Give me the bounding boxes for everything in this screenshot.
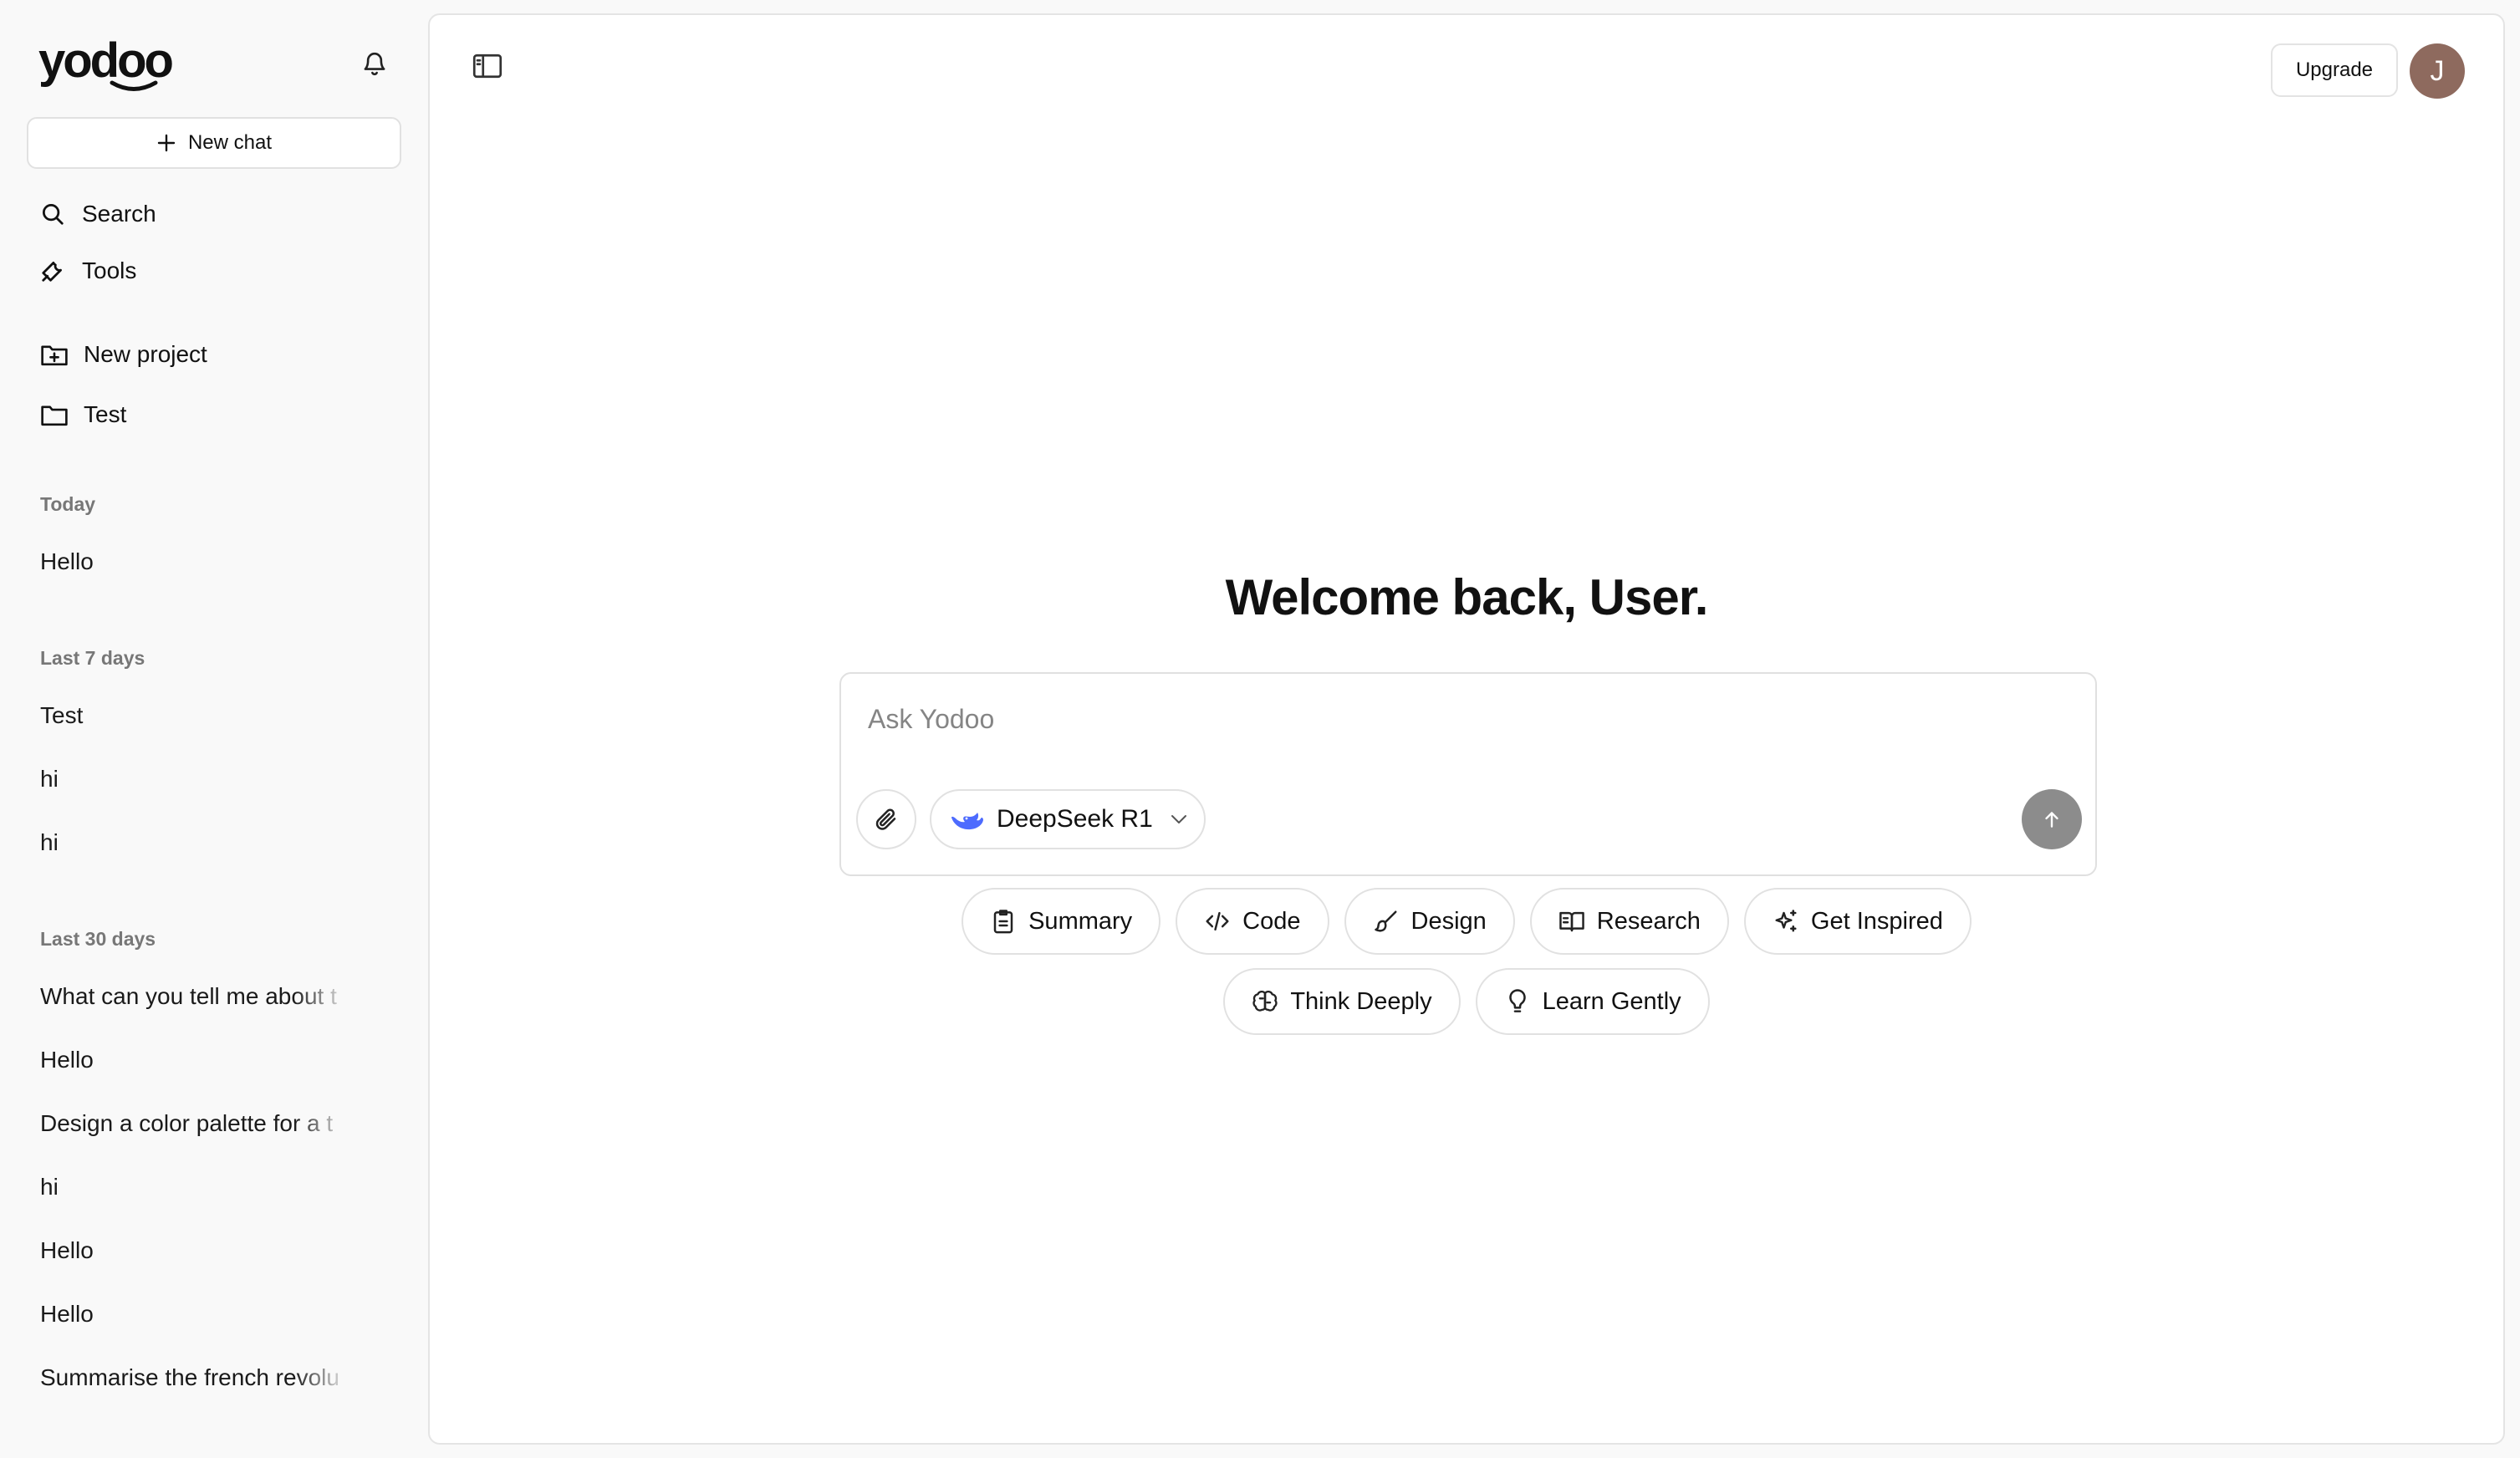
history-section-last-30-days: Last 30 days: [40, 928, 156, 950]
chip-label: Think Deeply: [1290, 987, 1432, 1015]
sidebar: yodoo New chat Search Tools New project …: [0, 0, 428, 1458]
folder-icon: [40, 400, 69, 429]
paperclip-icon: [875, 808, 896, 830]
history-item[interactable]: Hello: [40, 545, 349, 579]
avatar[interactable]: J: [2410, 43, 2465, 99]
chip-label: Research: [1596, 907, 1701, 935]
main-panel: Upgrade J Welcome back, User. DeepSeek R…: [428, 13, 2505, 1445]
code-icon: [1204, 908, 1231, 935]
sidebar-toggle-icon[interactable]: [467, 45, 508, 87]
chip-get-inspired[interactable]: Get Inspired: [1743, 888, 1972, 955]
sidebar-item-search[interactable]: Search: [38, 194, 156, 234]
lightbulb-icon: [1504, 988, 1531, 1015]
history-item[interactable]: Hello: [40, 1234, 349, 1267]
page-title: Welcome back, User.: [1225, 569, 1709, 625]
sidebar-item-new-project[interactable]: New project: [40, 334, 207, 375]
history-item[interactable]: hi: [40, 826, 349, 859]
plus-icon: [157, 134, 176, 152]
brush-icon: [1373, 908, 1400, 935]
book-icon: [1558, 908, 1585, 935]
logo[interactable]: yodoo: [38, 33, 174, 94]
clipboard-icon: [990, 908, 1017, 935]
chip-code[interactable]: Code: [1176, 888, 1329, 955]
chip-label: Design: [1410, 907, 1487, 935]
folder-plus-icon: [40, 340, 69, 369]
history-item[interactable]: Hello: [40, 1297, 349, 1331]
brain-icon: [1252, 988, 1278, 1015]
sidebar-item-label: Search: [82, 201, 156, 227]
upgrade-button[interactable]: Upgrade: [2271, 43, 2398, 97]
chip-label: Code: [1242, 907, 1301, 935]
suggestion-row: Summary Code Design Research Get Inspire…: [430, 888, 2503, 955]
history-item[interactable]: Hello: [40, 1043, 349, 1077]
sidebar-item-label: Tools: [82, 257, 137, 283]
history-section-today: Today: [40, 493, 96, 515]
sparkle-icon: [1773, 908, 1799, 935]
search-icon: [38, 200, 67, 228]
chip-learn-gently[interactable]: Learn Gently: [1475, 968, 1710, 1035]
chip-label: Learn Gently: [1542, 987, 1681, 1015]
ask-input[interactable]: [868, 694, 2038, 744]
chip-research[interactable]: Research: [1529, 888, 1729, 955]
history-section-last-7-days: Last 7 days: [40, 647, 145, 669]
suggestion-row: Think Deeply Learn Gently: [430, 968, 2503, 1035]
chip-summary[interactable]: Summary: [962, 888, 1161, 955]
sidebar-item-label: Test: [84, 401, 127, 427]
arrow-up-icon: [2045, 812, 2058, 828]
history-item[interactable]: What can you tell me about t: [40, 980, 349, 1013]
sidebar-item-project-test[interactable]: Test: [40, 395, 126, 435]
notifications-bell-icon[interactable]: [358, 47, 391, 80]
new-chat-label: New chat: [187, 131, 273, 154]
send-button[interactable]: [2022, 789, 2082, 849]
chat-composer: DeepSeek R1: [839, 672, 2097, 876]
whale-icon: [951, 813, 983, 830]
history-item[interactable]: Test: [40, 699, 349, 732]
chip-think-deeply[interactable]: Think Deeply: [1223, 968, 1461, 1035]
app-window: yodoo New chat Search Tools New project …: [0, 0, 2520, 1458]
wrench-icon: [38, 257, 67, 285]
history-item[interactable]: hi: [40, 1170, 349, 1204]
history-item[interactable]: Design a color palette for a t: [40, 1107, 349, 1140]
attach-button[interactable]: [856, 789, 916, 849]
chevron-down-icon: [1171, 815, 1186, 823]
logo-smile-icon: [110, 80, 158, 91]
chip-design[interactable]: Design: [1344, 888, 1515, 955]
model-name: DeepSeek R1: [997, 805, 1153, 833]
history-item[interactable]: hi: [40, 762, 349, 796]
model-selector[interactable]: DeepSeek R1: [930, 789, 1206, 849]
history-item[interactable]: Summarise the french revolu: [40, 1361, 349, 1394]
new-chat-button[interactable]: New chat: [27, 117, 401, 169]
sidebar-item-tools[interactable]: Tools: [38, 251, 136, 291]
chip-label: Summary: [1028, 907, 1133, 935]
chip-label: Get Inspired: [1810, 907, 1943, 935]
logo-text: yodoo: [38, 33, 174, 88]
sidebar-item-label: New project: [84, 341, 207, 367]
